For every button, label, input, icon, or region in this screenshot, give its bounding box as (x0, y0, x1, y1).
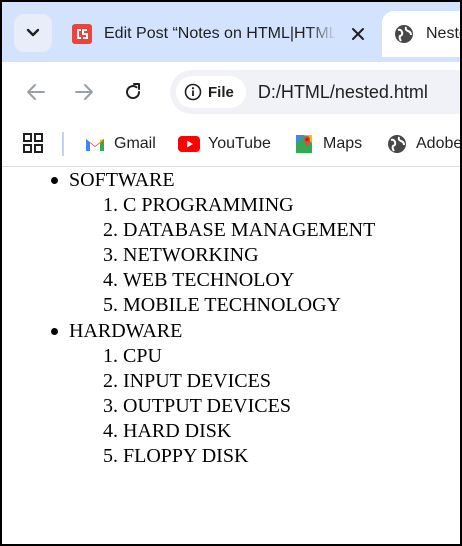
list-item: 1. CPU (2, 344, 460, 369)
site-chip-label: File (208, 83, 234, 101)
item-number: 1. (103, 345, 118, 367)
apps-grid-icon[interactable] (22, 132, 44, 154)
back-arrow-icon (27, 84, 45, 100)
bookmarks-divider (62, 132, 64, 156)
item-number: 5. (103, 294, 118, 316)
bookmark-label: Maps (323, 135, 363, 152)
bookmark-adobe[interactable]: Adobe (386, 130, 462, 158)
category-label: SOFTWARE (2, 168, 460, 193)
reload-button[interactable] (119, 78, 147, 106)
gmail-icon (84, 133, 106, 155)
item-text: CPU (123, 345, 162, 367)
nested-list: SOFTWARE 1. C PROGRAMMING 2. DATABASE MANA… (2, 168, 460, 469)
info-icon (184, 83, 202, 101)
category-label: HARDWARE (2, 319, 460, 344)
forward-arrow-icon (75, 84, 93, 100)
hardware-sublist: 1. CPU 2. INPUT DEVICES 3. OUTPUT DEVICES 4… (2, 344, 460, 469)
bookmark-label: Gmail (114, 135, 156, 152)
item-text: NETWORKING (123, 244, 259, 266)
list-item: 2. INPUT DEVICES (2, 369, 460, 394)
list-item: 1. C PROGRAMMING (2, 193, 460, 218)
item-text: INPUT DEVICES (123, 370, 271, 392)
item-text: MOBILE TECHNOLOGY (123, 294, 341, 316)
url-text[interactable]: D:/HTML/nested.html (258, 82, 428, 103)
list-item: 4. WEB TECHNOLOY (2, 268, 460, 293)
item-text: FLOPPY DISK (123, 445, 249, 467)
globe-icon (386, 133, 408, 155)
tab-strip: Edit Post “Notes on HTML|HTML Neste (2, 2, 460, 62)
tab-search-button[interactable] (14, 14, 52, 52)
chevron-down-icon (26, 28, 40, 37)
tab-title: Neste (426, 25, 460, 42)
globe-icon (395, 25, 413, 43)
tab-edit-post[interactable]: Edit Post “Notes on HTML|HTML (62, 11, 378, 57)
bookmark-label: YouTube (208, 135, 271, 152)
software-sublist: 1. C PROGRAMMING 2. DATABASE MANAGEMENT 3.… (2, 193, 460, 318)
list-item: 3. OUTPUT DEVICES (2, 394, 460, 419)
close-icon (352, 28, 364, 40)
tab-title: Edit Post “Notes on HTML|HTML (104, 25, 336, 42)
toolbar: File D:/HTML/nested.html (2, 62, 460, 122)
bookmark-maps[interactable]: Maps (293, 130, 362, 158)
list-item-software: SOFTWARE 1. C PROGRAMMING 2. DATABASE MANA… (2, 168, 460, 318)
item-number: 5. (103, 445, 118, 467)
bookmark-gmail[interactable]: Gmail (84, 130, 156, 158)
back-button[interactable] (22, 78, 50, 106)
address-bar[interactable]: File D:/HTML/nested.html (170, 70, 460, 114)
list-item-hardware: HARDWARE 1. CPU 2. INPUT DEVICES 3. OUTPUT … (2, 319, 460, 469)
item-text: HARD DISK (123, 420, 232, 442)
page-content: SOFTWARE 1. C PROGRAMMING 2. DATABASE MANA… (2, 167, 460, 544)
forward-button[interactable] (70, 78, 98, 106)
item-number: 4. (103, 269, 118, 291)
category-text: HARDWARE (69, 320, 183, 342)
list-item: 3. NETWORKING (2, 243, 460, 268)
item-text: C PROGRAMMING (123, 194, 294, 216)
item-text: OUTPUT DEVICES (123, 395, 291, 417)
close-tab-button[interactable] (348, 24, 368, 44)
bookmarks-bar: Gmail YouTube Maps Adobe (2, 122, 460, 167)
tab-nested[interactable]: Neste (382, 11, 460, 57)
reload-icon (126, 83, 141, 100)
category-text: SOFTWARE (69, 169, 175, 191)
youtube-icon (178, 133, 200, 155)
bookmark-label: Adobe (416, 135, 462, 152)
list-item: 2. DATABASE MANAGEMENT (2, 218, 460, 243)
maps-icon (293, 133, 315, 155)
item-number: 2. (103, 370, 118, 392)
item-number: 3. (103, 395, 118, 417)
site-info-chip[interactable]: File (176, 76, 246, 108)
list-item: 5. MOBILE TECHNOLOGY (2, 293, 460, 318)
bullet-icon (51, 177, 58, 184)
item-text: DATABASE MANAGEMENT (123, 219, 376, 241)
browser-window: Edit Post “Notes on HTML|HTML Neste (0, 0, 462, 546)
item-number: 1. (103, 194, 118, 216)
bullet-icon (51, 328, 58, 335)
list-item: 5. FLOPPY DISK (2, 444, 460, 469)
item-number: 2. (103, 219, 118, 241)
bookmark-youtube[interactable]: YouTube (178, 130, 271, 158)
cs-logo-icon (72, 24, 92, 44)
item-number: 4. (103, 420, 118, 442)
item-number: 3. (103, 244, 118, 266)
item-text: WEB TECHNOLOY (123, 269, 295, 291)
list-item: 4. HARD DISK (2, 419, 460, 444)
